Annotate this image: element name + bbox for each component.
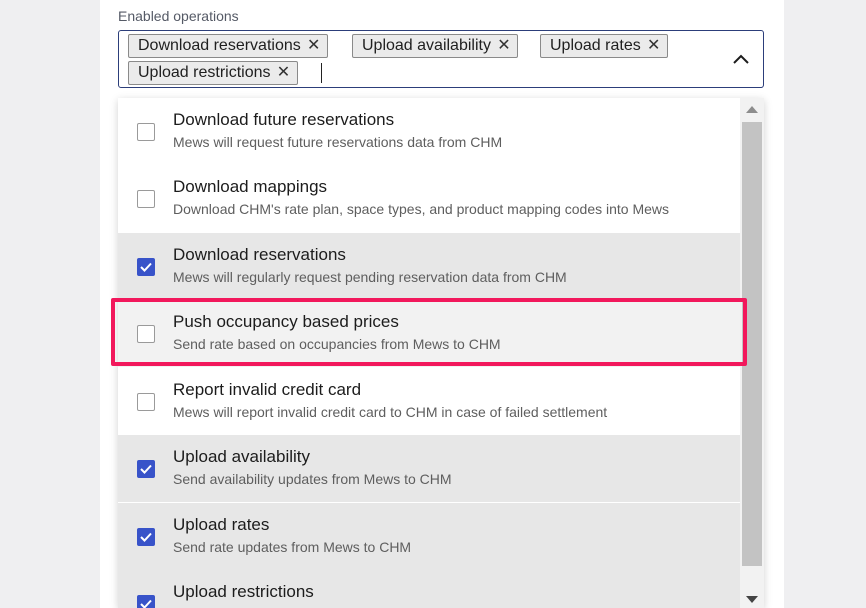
option-description: Mews will request future reservations da… <box>173 134 503 150</box>
option-report-invalid-credit-card[interactable]: Report invalid credit card Mews will rep… <box>118 368 740 435</box>
chip-upload-rates: Upload rates ✕ <box>540 34 668 58</box>
chip-download-reservations: Download reservations ✕ <box>128 34 328 58</box>
close-icon[interactable]: ✕ <box>647 35 661 57</box>
scroll-up-arrow-icon[interactable] <box>746 106 758 113</box>
checkmark-icon <box>140 262 152 272</box>
checkmark-icon <box>140 532 152 542</box>
close-icon[interactable]: ✕ <box>307 35 321 57</box>
option-description: Mews will regularly request pending rese… <box>173 269 567 285</box>
option-description: Send rate updates from Mews to CHM <box>173 539 412 555</box>
option-title: Report invalid credit card <box>173 380 362 399</box>
text-cursor[interactable] <box>321 63 322 83</box>
chip-label: Upload restrictions <box>138 64 271 81</box>
field-label: Enabled operations <box>118 8 239 24</box>
chip-label: Download reservations <box>138 37 301 54</box>
option-upload-rates[interactable]: Upload rates Send rate updates from Mews… <box>118 503 740 570</box>
option-title: Download reservations <box>173 245 346 264</box>
option-upload-restrictions[interactable]: Upload restrictions <box>118 570 740 608</box>
checkbox-checked[interactable] <box>137 528 155 546</box>
option-description: Mews will report invalid credit card to … <box>173 404 608 420</box>
highlight-annotation <box>111 298 747 366</box>
option-download-reservations[interactable]: Download reservations Mews will regularl… <box>118 233 740 300</box>
option-description: Download CHM's rate plan, space types, a… <box>173 201 670 217</box>
chevron-up-icon[interactable] <box>732 52 750 66</box>
option-title: Upload restrictions <box>173 582 314 601</box>
checkbox[interactable] <box>137 393 155 411</box>
option-upload-availability[interactable]: Upload availability Send availability up… <box>118 435 740 502</box>
chip-upload-restrictions: Upload restrictions ✕ <box>128 61 298 85</box>
scroll-down-arrow-icon[interactable] <box>746 596 758 603</box>
checkbox-checked[interactable] <box>137 595 155 608</box>
close-icon[interactable]: ✕ <box>277 62 291 84</box>
option-title: Download mappings <box>173 177 328 196</box>
option-download-mappings[interactable]: Download mappings Download CHM's rate pl… <box>118 165 740 232</box>
checkbox-checked[interactable] <box>137 258 155 276</box>
checkbox-checked[interactable] <box>137 460 155 478</box>
chip-label: Upload availability <box>362 37 491 54</box>
checkmark-icon <box>140 599 152 608</box>
option-title: Upload availability <box>173 447 311 466</box>
checkbox[interactable] <box>137 190 155 208</box>
option-download-future-reservations[interactable]: Download future reservations Mews will r… <box>118 98 740 165</box>
chip-upload-availability: Upload availability ✕ <box>352 34 518 58</box>
option-title: Upload rates <box>173 515 270 534</box>
option-description: Send availability updates from Mews to C… <box>173 471 452 487</box>
chip-label: Upload rates <box>550 37 641 54</box>
option-title: Download future reservations <box>173 110 395 129</box>
checkmark-icon <box>140 464 152 474</box>
close-icon[interactable]: ✕ <box>497 35 511 57</box>
checkbox[interactable] <box>137 123 155 141</box>
